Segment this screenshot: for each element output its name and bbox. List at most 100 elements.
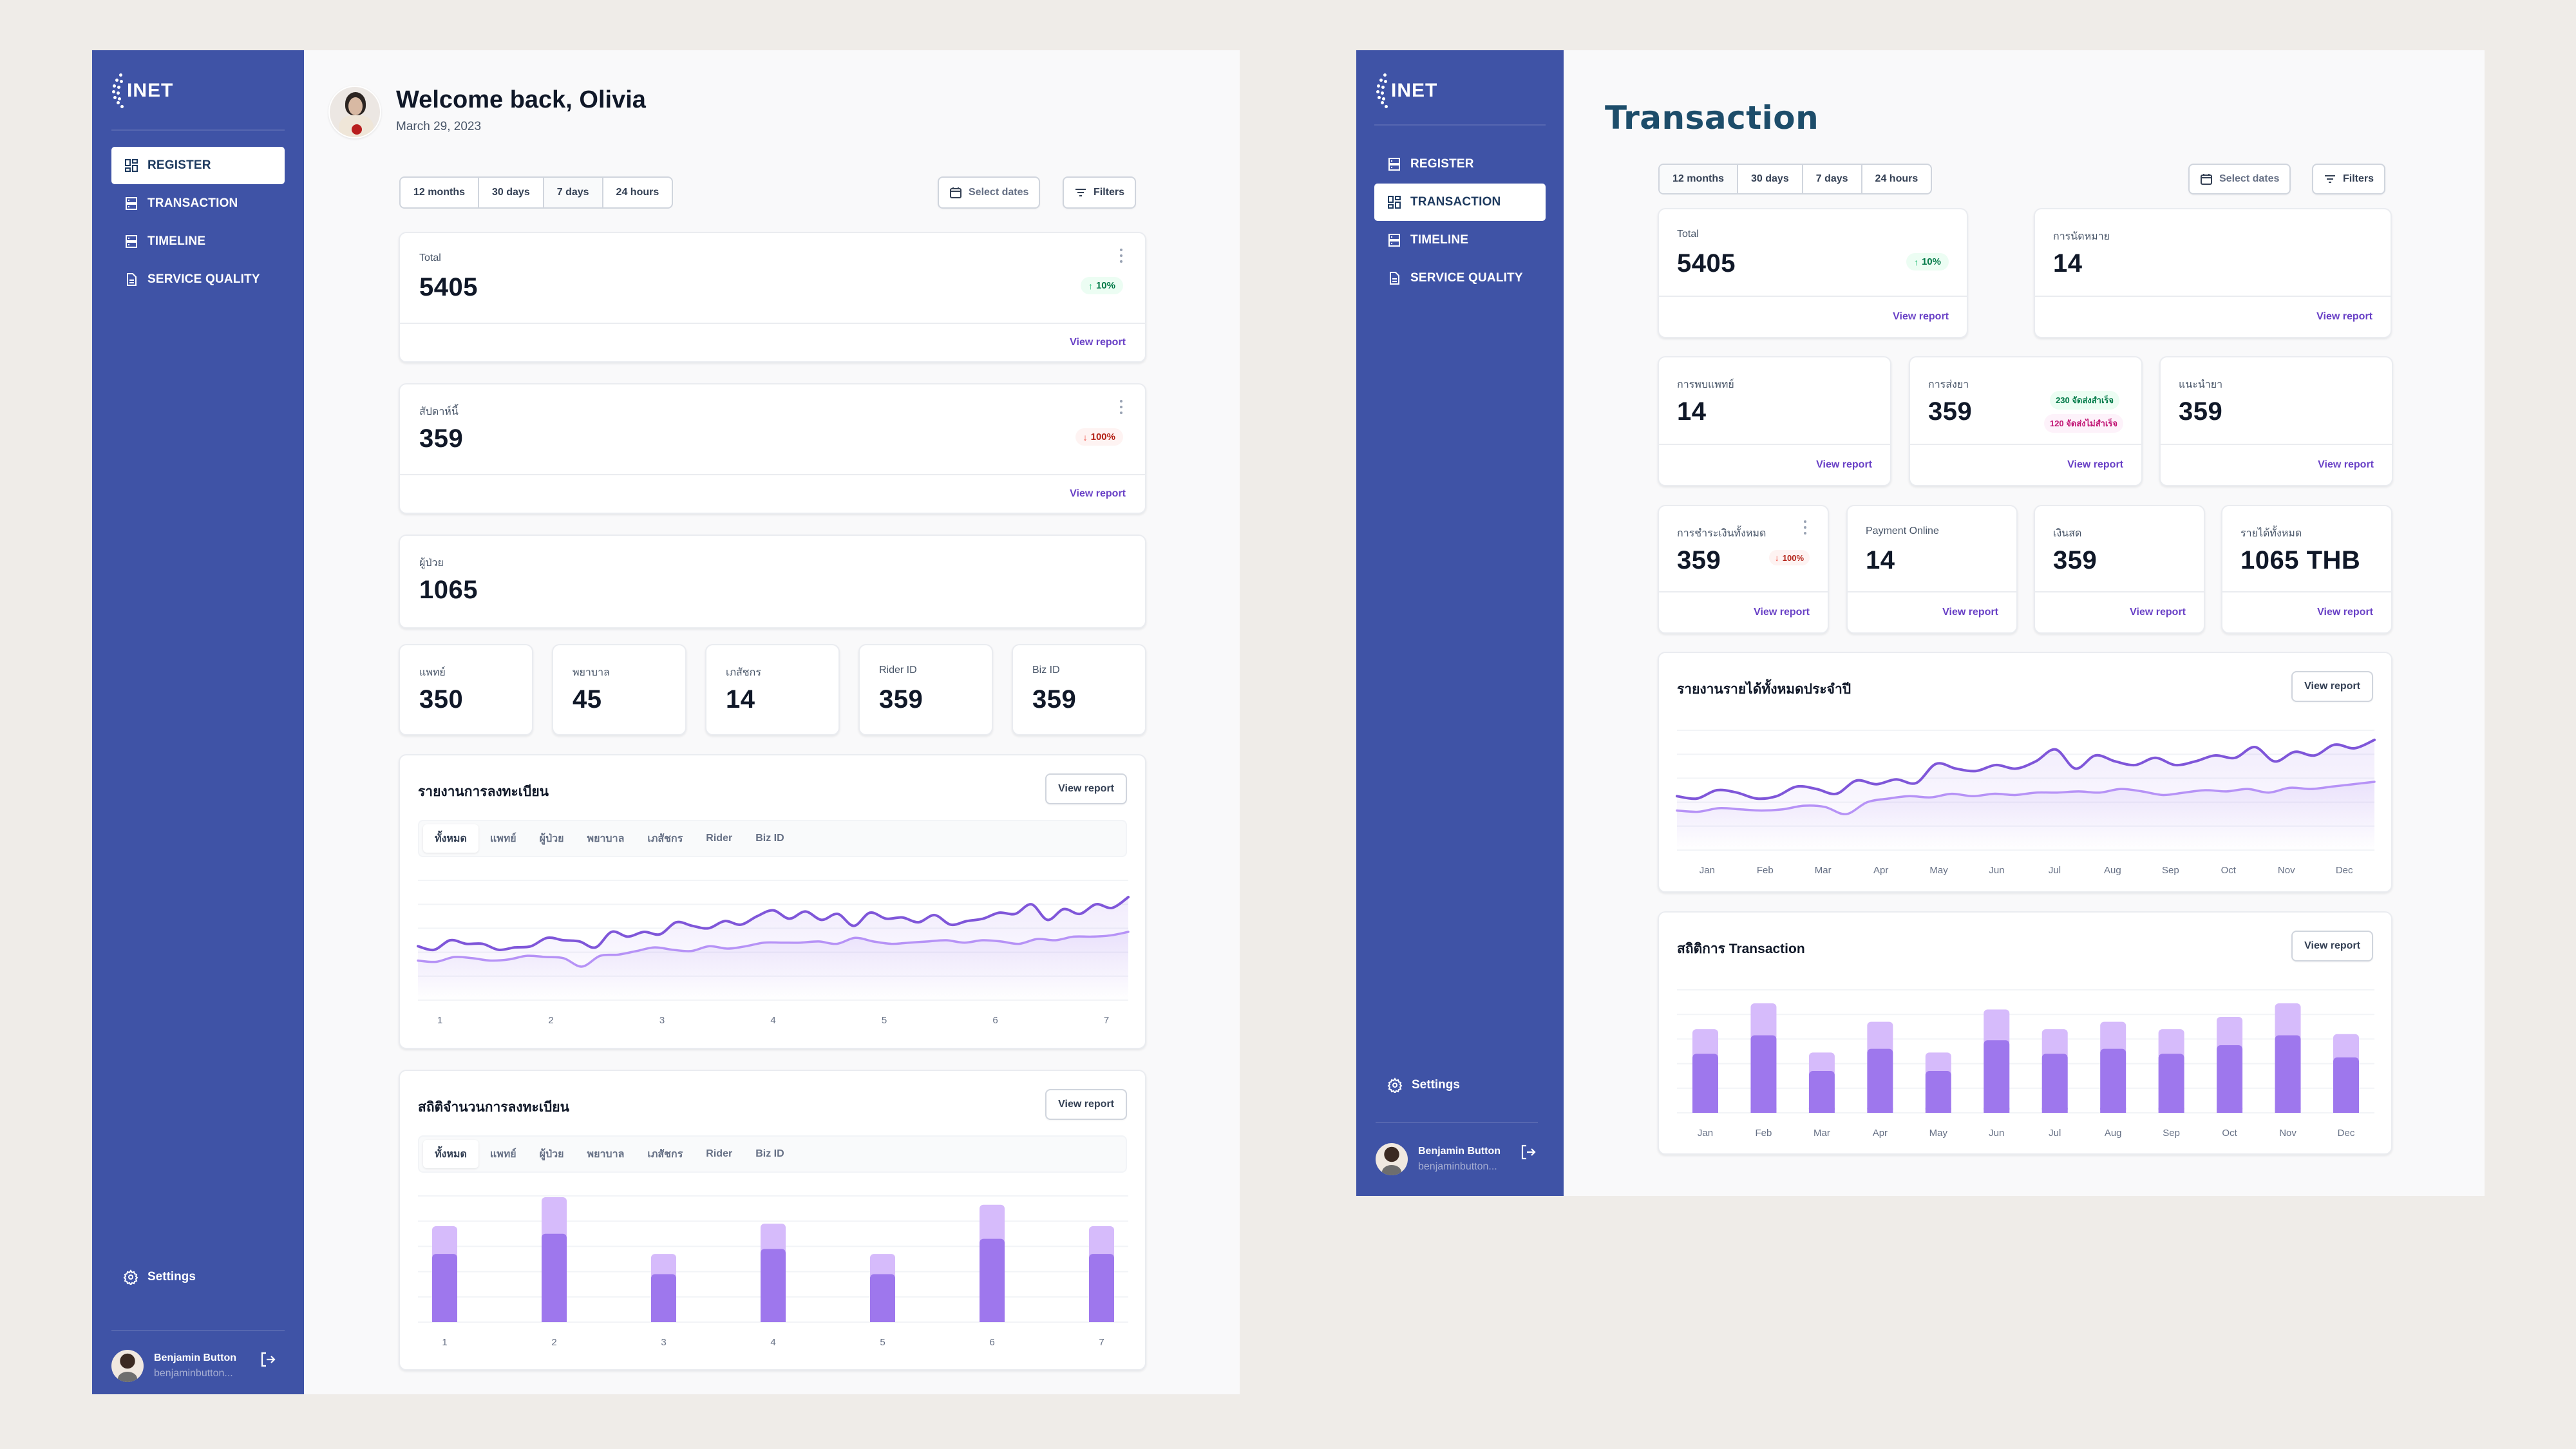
filters-button[interactable]: Filters	[2312, 164, 2386, 194]
card-footer	[400, 323, 1145, 361]
tab-all[interactable]: ทั้งหมด	[423, 1140, 478, 1168]
view-report-link[interactable]: View report	[1754, 607, 1810, 618]
x-tick-label: 6	[992, 1015, 998, 1026]
tab-patient[interactable]: ผู้ป่วย	[528, 824, 576, 853]
view-report-link[interactable]: View report	[2317, 607, 2373, 618]
tab-patient[interactable]: ผู้ป่วย	[528, 1140, 576, 1168]
x-tick-label: May	[1929, 865, 1948, 876]
registration-stats-card: สถิติจำนวนการลงทะเบียน View report ทั้งห…	[399, 1070, 1146, 1370]
tab-doctor[interactable]: แพทย์	[478, 1140, 528, 1168]
stat-card-total: Total 5405 ↑ 10% View report	[399, 232, 1146, 363]
bar-segment-top	[1750, 1003, 1777, 1041]
settings-label: Settings	[1412, 1078, 1460, 1092]
x-tick-label: Jun	[1989, 1128, 2004, 1139]
tab-biz-id[interactable]: Biz ID	[744, 1140, 795, 1168]
logout-icon	[1521, 1144, 1536, 1160]
chart-title: สถิติการ Transaction	[1677, 942, 1805, 956]
range-7-days[interactable]: 7 days	[544, 178, 603, 207]
rows-icon	[1387, 233, 1401, 247]
more-options-icon[interactable]	[1119, 400, 1123, 414]
more-options-icon[interactable]	[1119, 249, 1123, 263]
sidebar-item-register[interactable]: REGISTER	[111, 147, 285, 184]
x-tick-label: Jul	[2049, 865, 2061, 876]
register-dashboard: INET REGISTER TRANSACTION TIMELINE SERVI…	[92, 50, 1240, 1394]
avatar[interactable]	[1376, 1143, 1408, 1175]
sidebar-item-timeline[interactable]: TIMELINE	[1374, 222, 1546, 259]
tab-nurse[interactable]: พยาบาล	[576, 824, 636, 853]
logo-text: INET	[127, 80, 174, 101]
card-footer	[400, 474, 1145, 513]
rows-icon	[1387, 157, 1401, 171]
bar-segment-base	[1089, 1254, 1114, 1322]
sidebar-item-transaction[interactable]: TRANSACTION	[1374, 184, 1546, 221]
sidebar-divider	[111, 129, 285, 131]
view-report-link[interactable]: View report	[2316, 311, 2372, 323]
sidebar-item-service-quality[interactable]: SERVICE QUALITY	[111, 261, 285, 298]
x-tick-label: Feb	[1757, 865, 1774, 876]
tab-doctor[interactable]: แพทย์	[478, 824, 528, 853]
view-report-link[interactable]: View report	[2318, 459, 2374, 471]
range-24-hours[interactable]: 24 hours	[603, 178, 672, 207]
tab-pharmacist[interactable]: เภสัชกร	[636, 824, 694, 853]
view-report-button[interactable]: View report	[1045, 773, 1127, 804]
stat-card-nurse: พยาบาล 45	[552, 644, 687, 735]
avatar[interactable]	[111, 1350, 144, 1382]
x-tick-label: Mar	[1814, 1128, 1830, 1139]
select-dates-label: Select dates	[969, 187, 1029, 198]
stat-value: 350	[419, 685, 464, 714]
sidebar-item-service-quality[interactable]: SERVICE QUALITY	[1374, 260, 1546, 297]
range-30-days[interactable]: 30 days	[479, 178, 544, 207]
sidebar-item-transaction[interactable]: TRANSACTION	[111, 185, 285, 222]
stat-card-patients: ผู้ป่วย 1065	[399, 535, 1146, 629]
logout-button[interactable]	[260, 1351, 276, 1371]
range-24-hours[interactable]: 24 hours	[1862, 165, 1931, 193]
settings-link[interactable]: Settings	[123, 1269, 196, 1285]
tab-biz-id[interactable]: Biz ID	[744, 824, 795, 853]
sidebar-item-label: TIMELINE	[147, 234, 206, 248]
logout-button[interactable]	[1520, 1144, 1537, 1164]
user-profile: Benjamin Button benjaminbutton...	[1376, 1143, 1501, 1175]
filters-button[interactable]: Filters	[1063, 176, 1137, 209]
view-report-link[interactable]: View report	[2067, 459, 2123, 471]
view-report-link[interactable]: View report	[2130, 607, 2186, 618]
stat-value: 359	[879, 685, 923, 714]
view-report-link[interactable]: View report	[1942, 607, 1998, 618]
tab-pharmacist[interactable]: เภสัชกร	[636, 1140, 694, 1168]
view-report-link[interactable]: View report	[1893, 311, 1949, 323]
view-report-link[interactable]: View report	[1070, 488, 1126, 500]
settings-link[interactable]: Settings	[1387, 1077, 1460, 1093]
document-icon	[1387, 271, 1401, 285]
x-tick-label: 5	[882, 1015, 887, 1026]
view-report-link[interactable]: View report	[1070, 337, 1126, 348]
view-report-link[interactable]: View report	[1816, 459, 1872, 471]
tab-all[interactable]: ทั้งหมด	[423, 824, 478, 853]
sidebar-item-timeline[interactable]: TIMELINE	[111, 223, 285, 260]
inet-logo: INET	[1376, 73, 1437, 108]
sidebar-item-register[interactable]: REGISTER	[1374, 146, 1546, 183]
bar-base-square	[2158, 1108, 2184, 1113]
range-12-months[interactable]: 12 months	[1660, 165, 1739, 193]
range-30-days[interactable]: 30 days	[1738, 165, 1803, 193]
more-options-icon[interactable]	[1803, 520, 1807, 535]
rows-icon	[124, 234, 138, 249]
profile-avatar[interactable]	[328, 86, 381, 138]
tab-nurse[interactable]: พยาบาล	[576, 1140, 636, 1168]
select-dates-button[interactable]: Select dates	[938, 176, 1041, 209]
bar-segment-top	[1984, 1009, 2010, 1046]
view-report-button[interactable]: View report	[2291, 671, 2373, 702]
select-dates-label: Select dates	[2219, 173, 2280, 184]
view-report-button[interactable]: View report	[2291, 931, 2373, 961]
calendar-icon	[950, 187, 961, 198]
stat-label: แพทย์	[419, 667, 446, 678]
annual-revenue-card: รายงานรายได้ทั้งหมดประจำปี View report J…	[1658, 652, 2392, 893]
bar-segment-base	[2333, 1057, 2359, 1113]
gear-icon	[123, 1269, 138, 1285]
transaction-dashboard: INET REGISTER TRANSACTION TIMELINE SERVI…	[1356, 50, 2485, 1196]
range-12-months[interactable]: 12 months	[401, 178, 480, 207]
tab-rider[interactable]: Rider	[694, 1140, 744, 1168]
range-7-days[interactable]: 7 days	[1803, 165, 1862, 193]
gridlines	[1677, 989, 2374, 1113]
select-dates-button[interactable]: Select dates	[2188, 164, 2291, 194]
tab-rider[interactable]: Rider	[694, 824, 744, 853]
view-report-button[interactable]: View report	[1045, 1089, 1127, 1120]
